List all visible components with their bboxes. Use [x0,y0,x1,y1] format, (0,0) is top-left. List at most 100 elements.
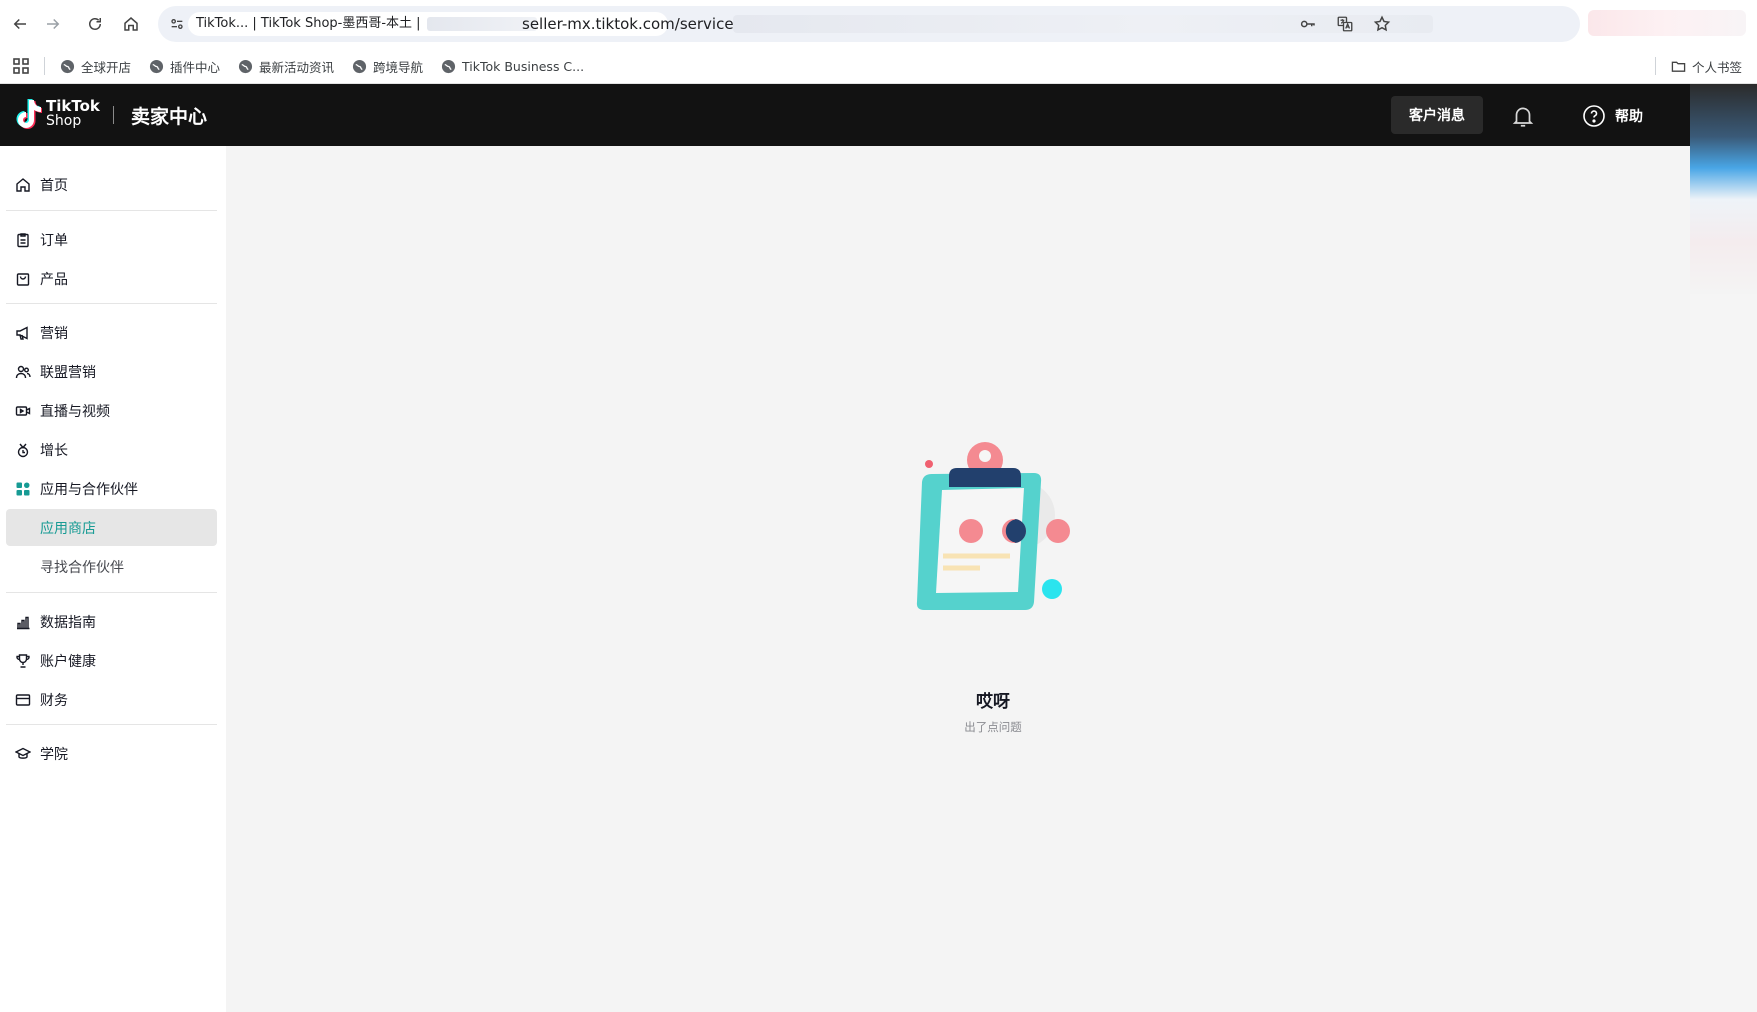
sidebar-item-finance[interactable]: 财务 [6,681,217,718]
bookmark-item[interactable]: 跨境导航 [352,55,423,77]
page-title: TikTok... | TikTok Shop-墨西哥-本土 | [196,16,421,31]
sidebar-item-home[interactable]: 首页 [6,166,217,203]
star-icon [1373,15,1391,32]
clipboard-icon [17,232,29,247]
error-subtitle: 出了点问题 [964,720,1022,734]
home-icon [124,17,138,31]
bookmark-item[interactable]: TikTok Business C... [441,55,584,77]
customer-messages-button[interactable]: 客户消息 [1391,96,1483,134]
sidebar-item-label: 寻找合作伙伴 [40,559,124,576]
sidebar-item-account-health[interactable]: 账户健康 [6,642,217,679]
redacted-blur [426,16,537,31]
tune-icon [171,19,183,29]
redacted-blur [1690,84,1757,294]
tiktok-shop-logo[interactable]: TikTok Shop [14,98,100,130]
browser-chrome: TikTok... | TikTok Shop-墨西哥-本土 | seller-… [0,0,1757,84]
address-bar-row: TikTok... | TikTok Shop-墨西哥-本土 | seller-… [0,0,1757,48]
sidebar-item-academy[interactable]: 学院 [6,735,217,772]
bookmark-item[interactable]: 插件中心 [149,55,220,77]
sidebar-divider [6,210,217,211]
password-key-button[interactable] [1296,12,1320,36]
sidebar-item-growth[interactable]: 增长 [6,431,217,468]
header-divider [113,106,114,124]
header-title: 卖家中心 [131,106,208,128]
sidebar-item-label: 增长 [40,442,68,459]
logo-line2: Shop [46,113,82,129]
reload-button[interactable] [81,10,109,38]
logo-line1: TikTok [46,97,100,115]
bookmarks-separator [1655,57,1656,75]
video-icon [15,405,31,416]
bookmark-label: 插件中心 [170,59,221,75]
bookmark-label: 全球开店 [81,59,132,75]
sidebar-item-label: 数据指南 [40,614,96,631]
sidebar-item-label: 应用与合作伙伴 [40,481,138,498]
sidebar-item-label: 营销 [40,325,68,342]
sidebar-divider [6,592,217,593]
globe-icon [441,59,456,73]
url-text[interactable]: seller-mx.tiktok.com/services/ [522,6,746,42]
error-clipboard-illustration [916,442,1070,610]
profile-redacted-blur [1588,10,1746,36]
globe-icon [238,59,253,73]
bookmarks-folder[interactable]: 个人书签 [1671,55,1742,77]
sidebar-item-live-video[interactable]: 直播与视频 [6,392,217,429]
site-info-button[interactable] [168,15,186,33]
reload-icon [89,18,101,30]
sidebar-item-products[interactable]: 产品 [6,260,217,297]
sidebar-item-marketing[interactable]: 营销 [6,314,217,351]
main-content: 哎呀 出了点问题 [226,146,1690,1012]
url-redacted-blur [733,15,1433,33]
app-header: TikTok Shop 卖家中心 客户消息 帮助 [0,84,1690,146]
trophy-icon [16,653,30,668]
notifications-button[interactable] [1510,103,1536,129]
bookmark-label: 跨境导航 [373,59,424,75]
sidebar-item-data-compass[interactable]: 数据指南 [6,603,217,640]
translate-button[interactable] [1333,12,1357,36]
bookmark-star-button[interactable] [1370,12,1394,36]
bookmarks-separator [44,57,45,75]
back-button[interactable] [6,10,34,38]
forward-button[interactable] [39,10,67,38]
error-title: 哎呀 [976,692,1010,712]
bell-icon [1512,107,1534,127]
home-icon [16,177,30,192]
apps-grid-icon[interactable] [12,57,30,75]
sidebar-item-orders[interactable]: 订单 [6,221,217,258]
sidebar-item-apps-partners[interactable]: 应用与合作伙伴 [6,470,217,507]
sidebar-item-label: 联盟营销 [40,364,96,381]
bar-chart-icon [17,616,30,629]
folder-icon [1671,61,1686,72]
key-icon [1300,20,1315,28]
sidebar-item-label: 直播与视频 [40,403,110,420]
arrow-left-icon [13,18,26,30]
sidebar-item-affiliate[interactable]: 联盟营销 [6,353,217,390]
sidebar-item-label: 首页 [40,177,68,194]
help-button[interactable]: 帮助 [1582,103,1643,129]
sidebar-item-label: 财务 [40,692,68,709]
omnibox[interactable]: TikTok... | TikTok Shop-墨西哥-本土 | seller-… [158,6,1580,42]
question-circle-icon [1583,105,1605,127]
sidebar-item-label: 学院 [40,746,68,763]
sidebar-item-label: 账户健康 [40,653,96,670]
translate-icon [1337,16,1353,32]
logo-wordmark: TikTok Shop [46,99,100,129]
bookmark-item[interactable]: 全球开店 [60,55,131,77]
globe-icon [352,59,367,73]
bookmark-item[interactable]: 最新活动资讯 [238,55,334,77]
wallet-icon [15,693,31,706]
sidebar-divider [6,303,217,304]
home-button[interactable] [117,10,145,38]
sidebar-item-app-store[interactable]: 应用商店 [6,509,217,546]
globe-icon [60,59,75,73]
growth-icon [17,443,29,457]
bookmark-label: TikTok Business C... [462,58,585,74]
sidebar-item-find-partners[interactable]: 寻找合作伙伴 [6,548,217,585]
sidebar-item-label: 应用商店 [40,520,96,537]
sidebar: 首页 订单 产品 营销 联盟营销 直播与视频 增长 应用与合作伙伴 应用商店 寻… [0,146,226,1012]
bag-icon [16,272,30,286]
apps-grid-icon [16,482,30,495]
tiktok-note-icon [16,99,42,129]
graduation-cap-icon [15,747,31,759]
sidebar-divider [6,724,217,725]
